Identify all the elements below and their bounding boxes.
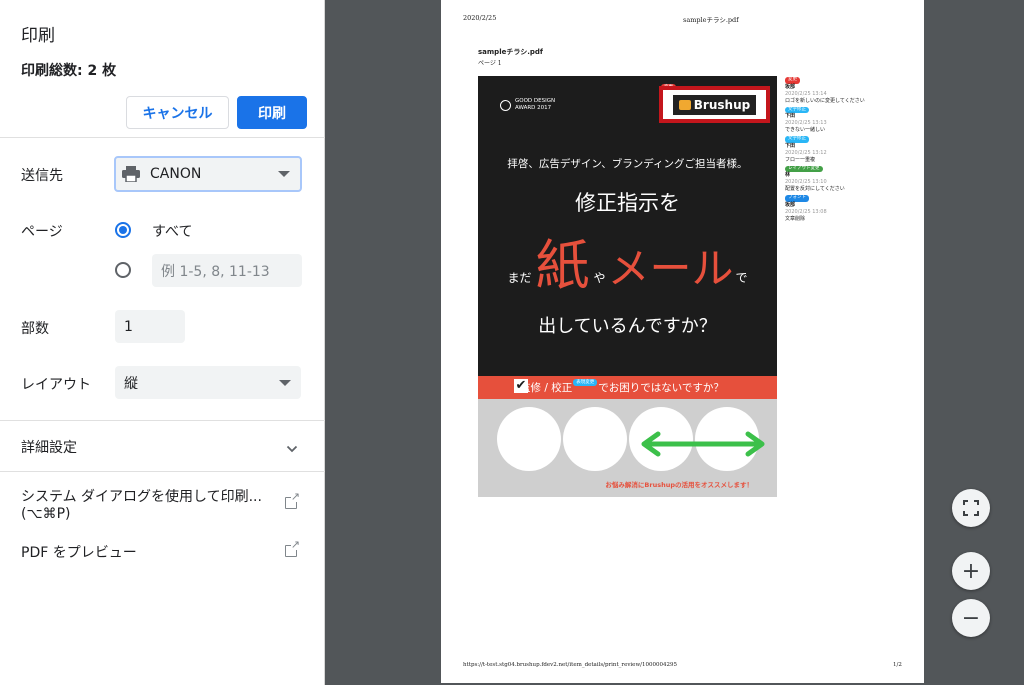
open-external-icon [285,491,300,509]
pdf-preview-link[interactable]: PDF をプレビュー [21,542,137,562]
mail-text: メール [607,244,734,293]
gd-line2: AWARD 2017 [515,105,552,111]
comment-date: 2020/2/25 13:13 [785,120,827,126]
header-date: 2020/2/25 [463,14,497,22]
print-settings-panel: 印刷 印刷総数: 2 枚 キャンセル 印刷 送信先 CANON ページ すべて … [0,0,325,685]
divider [0,137,325,138]
footer-url: https://t-test.stg04.brushup.fdev2.net/i… [463,662,677,668]
destination-value: CANON [150,166,202,182]
comment-item[interactable]: 文字修正 下田 2020/2/25 13:12 フロー一重複 [785,134,895,164]
gd-line1: GOOD DESIGN [515,98,556,104]
zoom-out-button[interactable]: − [952,599,990,637]
flyer-cta: お悩み解消にBrushupの活用をオススメします！ [605,481,753,489]
flyer-line2: 修正指示を [575,191,680,215]
doc-name: sampleチラシ.pdf [478,48,543,56]
logo-text: Brushup [693,97,751,112]
illustration-circle [497,407,561,471]
more-settings-toggle[interactable]: 詳細設定 [21,437,77,457]
layout-select[interactable]: 縦 [115,366,301,399]
chevron-down-icon [278,171,290,177]
copies-label: 部数 [21,321,49,337]
comment-tag: 変更 [785,77,800,84]
doc-page: ページ 1 [478,60,502,67]
comment-author: 下田 [785,113,796,119]
comment-author: 坂部 [785,83,796,90]
flyer-line4: 出しているんですか？ [538,316,717,337]
flyer-line1: 拝啓、広告デザイン、ブランディングご担当者様。 [507,158,748,170]
cancel-button[interactable]: キャンセル [126,96,229,129]
pages-custom-radio[interactable] [115,262,131,278]
header-title: sampleチラシ.pdf [683,16,739,24]
flyer-image: GOOD DESIGNAWARD 2017 変更 Brushup 拝啓、広告デザ… [478,76,777,497]
band-tag: 表現変更 [573,379,598,386]
de-text: で [735,271,748,285]
comment-item[interactable]: 文字修正 下田 2020/2/25 13:13 できない一緒しい [785,105,895,135]
good-design-mark: GOOD DESIGN AWARD 2017 [500,98,555,112]
comment-text: フロー一重複 [785,156,816,163]
divider [0,471,325,472]
sheet-count: 印刷総数: 2 枚 [21,63,117,79]
comment-author: 林 [785,172,791,178]
comment-date: 2020/2/25 13:12 [785,149,827,156]
comment-tag: フォント [785,195,809,202]
g-mark-icon [500,99,511,111]
comment-text: 文章削除 [785,215,806,222]
comment-date: 2020/2/25 13:10 [785,179,827,185]
ya-text: や [593,271,606,285]
pages-custom-input[interactable]: 例 1-5, 8, 11-13 [152,254,302,287]
expand-chevron-icon[interactable] [286,439,298,453]
comment-item[interactable]: レイアウト変更 林 2020/2/25 13:10 配置を反対にしてください [785,164,895,194]
divider [0,420,325,421]
comment-tag: 文字修正 [785,136,809,143]
kami-text: 紙 [535,234,590,297]
open-external-icon [285,539,300,557]
preview-page: 2020/2/25 sampleチラシ.pdf sampleチラシ.pdf ペー… [441,0,924,683]
print-button[interactable]: 印刷 [237,96,307,129]
chevron-down-icon [279,379,291,386]
pages-all-label: すべて [152,224,193,240]
mada-text: まだ [507,271,532,285]
copies-input[interactable]: 1 [115,310,185,343]
comment-date: 2020/2/25 13:08 [785,208,827,215]
plus-icon: + [961,558,981,584]
flyer-illustrations: お悩み解消にBrushupの活用をオススメします！ [478,399,777,497]
system-dialog-shortcut: (⌥⌘P) [21,506,71,522]
comment-item[interactable]: フォント 坂部 2020/2/25 13:08 文章削除 [785,193,895,223]
flyer-line3: まだ 紙 や メール で [478,234,777,294]
layout-label: レイアウト [21,377,91,393]
destination-label: 送信先 [21,168,63,184]
pages-label: ページ [21,224,63,240]
checkmark-icon: ✔ [514,378,528,393]
dialog-title: 印刷 [21,26,55,46]
brushup-icon [678,99,691,110]
band-text-b: でお困りではないですか？ [598,382,724,394]
comment-text: できない一緒しい [785,127,826,133]
layout-value: 縦 [124,375,138,392]
brushup-logo: Brushup [659,86,770,123]
comment-text: 配置を反対にしてください [785,186,845,192]
comment-date: 2020/2/25 13:14 [785,90,827,97]
minus-icon: − [961,605,981,631]
comment-author: 下田 [785,142,796,149]
comment-text: ロゴを新しいのに変更してください [785,97,865,104]
comment-list: 変更 坂部 2020/2/25 13:14 ロゴを新しいのに変更してください 文… [785,75,895,223]
fit-to-page-button[interactable] [952,489,990,527]
comment-author: 坂部 [785,201,796,208]
pages-all-radio[interactable] [115,222,131,238]
comment-item[interactable]: 変更 坂部 2020/2/25 13:14 ロゴを新しいのに変更してください [785,75,895,105]
comment-tag: レイアウト変更 [785,165,823,172]
printer-icon [122,166,140,183]
destination-select[interactable]: CANON [114,156,302,192]
fit-page-icon [963,500,979,516]
footer-page: 1/2 [893,662,902,668]
illustration-circle [563,407,627,471]
system-dialog-link[interactable]: システム ダイアログを使用して印刷... [21,486,262,506]
double-arrow-icon [641,431,765,457]
zoom-in-button[interactable]: + [952,552,990,590]
